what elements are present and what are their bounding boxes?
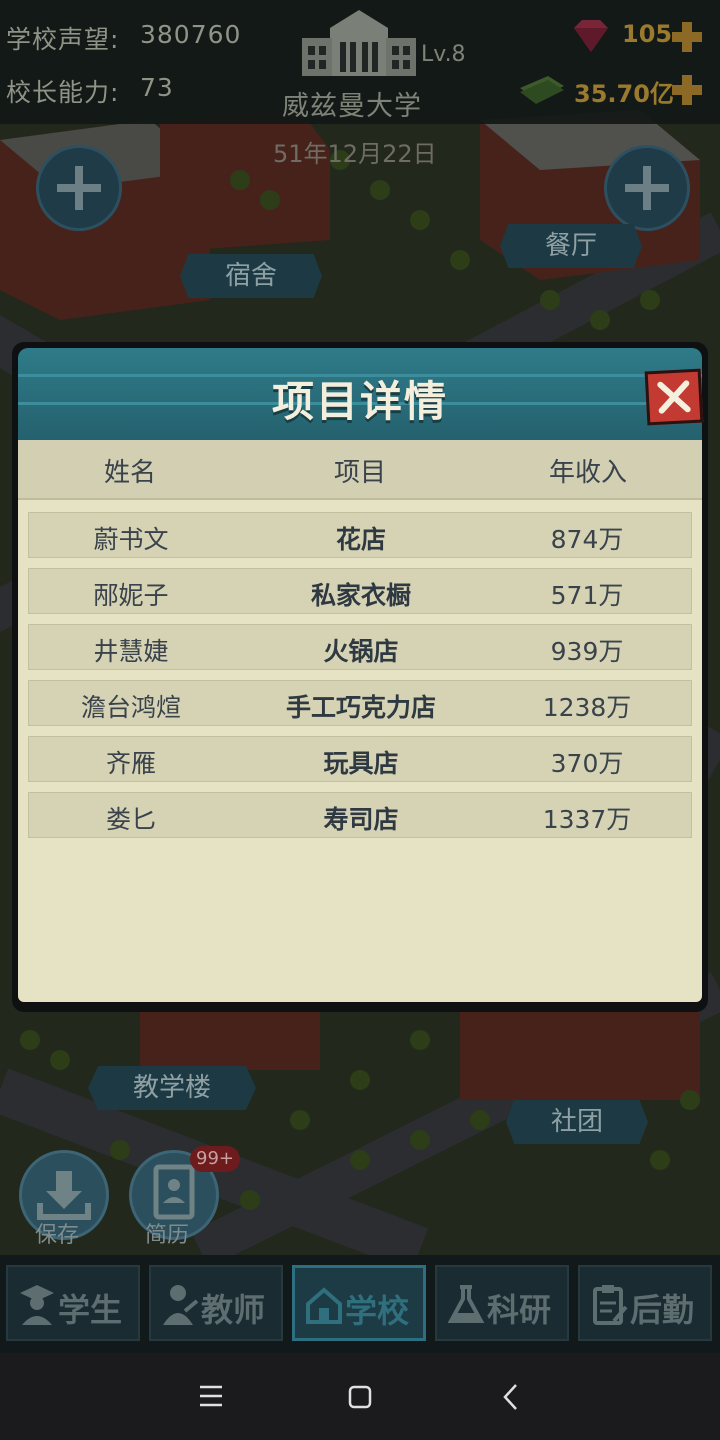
- school-level: Lv.8: [421, 42, 466, 67]
- teacher-icon: [163, 1285, 199, 1325]
- top-hud: 学校声望: 380760 校长能力: 73 Lv.8 威兹曼大学 105 35.…: [0, 0, 720, 124]
- student-name: 娄匕: [105, 805, 156, 834]
- money-amount: 35.70亿: [574, 80, 674, 108]
- table-row[interactable]: 娄匕 寿司店 1337万: [28, 792, 692, 838]
- reputation-value: 380760: [140, 20, 242, 49]
- table-header: 姓名 项目 年收入: [18, 440, 702, 500]
- student-name: 邴妮子: [93, 581, 169, 610]
- annual-income: 1238万: [542, 693, 632, 722]
- column-header-name: 姓名: [103, 458, 156, 488]
- project-name: 花店: [335, 525, 386, 554]
- ability-value: 73: [140, 73, 174, 102]
- tab-teacher[interactable]: 教师: [149, 1265, 283, 1341]
- table-row[interactable]: 澹台鸿煊 手工巧克力店 1238万: [28, 680, 692, 726]
- table-row[interactable]: 井慧婕 火锅店 939万: [28, 624, 692, 670]
- add-money-plus-icon[interactable]: [670, 73, 704, 107]
- project-name: 寿司店: [323, 805, 399, 834]
- student-name: 井慧婕: [93, 637, 169, 666]
- annual-income: 370万: [550, 749, 624, 778]
- canteen-label[interactable]: 餐厅: [500, 224, 642, 268]
- school-icon: [306, 1287, 342, 1324]
- clipboard-icon: [593, 1285, 628, 1325]
- project-details-dialog: 项目详情 姓名 项目 年收入 蔚书文 花店 874万 邴妮子 私家衣橱 571万…: [12, 342, 708, 1012]
- tab-label: 后勤: [630, 1291, 695, 1329]
- close-icon: [657, 380, 691, 414]
- bottom-tab-bar: 学生 教师 学校 科研 后勤: [0, 1255, 720, 1353]
- gem-icon: [574, 20, 608, 52]
- flask-icon: [447, 1285, 485, 1323]
- dialog-header: 项目详情: [18, 348, 704, 446]
- school-building-icon[interactable]: [300, 8, 418, 78]
- tab-school[interactable]: 学校: [292, 1265, 426, 1341]
- annual-income: 939万: [550, 637, 624, 666]
- notification-badge: 99+: [190, 1146, 240, 1172]
- table-row[interactable]: 邴妮子 私家衣橱 571万: [28, 568, 692, 614]
- column-header-project: 项目: [333, 458, 386, 488]
- resume-label: 简历: [145, 1223, 190, 1248]
- add-building-button-left[interactable]: [36, 145, 122, 231]
- tab-student[interactable]: 学生: [6, 1265, 140, 1341]
- system-navigation-bar: [0, 1353, 720, 1440]
- tab-label: 学生: [58, 1291, 123, 1329]
- column-header-income: 年收入: [548, 458, 627, 488]
- table-row[interactable]: 蔚书文 花店 874万: [28, 512, 692, 558]
- menu-icon[interactable]: [198, 1383, 224, 1409]
- home-icon[interactable]: [348, 1385, 372, 1409]
- ability-label: 校长能力:: [6, 78, 120, 107]
- project-name: 火锅店: [323, 637, 399, 666]
- dialog-title: 项目详情: [271, 377, 448, 426]
- teaching-building-label[interactable]: 教学楼: [88, 1066, 256, 1110]
- tab-logistics[interactable]: 后勤: [578, 1265, 712, 1341]
- tab-label: 科研: [487, 1291, 552, 1329]
- dorm-label[interactable]: 宿舍: [180, 254, 322, 298]
- tab-label: 教师: [201, 1291, 266, 1329]
- student-name: 齐雁: [105, 749, 156, 778]
- tab-research[interactable]: 科研: [435, 1265, 569, 1341]
- close-button[interactable]: [644, 368, 704, 426]
- gem-count: 105: [622, 20, 673, 48]
- school-name: 威兹曼大学: [282, 91, 422, 122]
- annual-income: 571万: [550, 581, 624, 610]
- save-label: 保存: [35, 1223, 80, 1248]
- back-icon[interactable]: [500, 1383, 522, 1411]
- project-name: 玩具店: [323, 749, 399, 778]
- club-label[interactable]: 社团: [506, 1100, 648, 1144]
- project-name: 手工巧克力店: [285, 693, 436, 722]
- add-gems-plus-icon[interactable]: [670, 20, 704, 54]
- student-name: 蔚书文: [93, 525, 169, 554]
- table-row[interactable]: 齐雁 玩具店 370万: [28, 736, 692, 782]
- cash-icon: [520, 76, 564, 104]
- game-date: 51年12月22日: [273, 140, 437, 168]
- annual-income: 874万: [550, 525, 624, 554]
- add-building-button-right[interactable]: [604, 145, 690, 231]
- tab-label: 学校: [345, 1292, 410, 1330]
- annual-income: 1337万: [542, 805, 632, 834]
- student-name: 澹台鸿煊: [80, 693, 181, 722]
- student-icon: [20, 1285, 54, 1325]
- project-name: 私家衣橱: [310, 581, 411, 610]
- reputation-label: 学校声望:: [6, 25, 120, 54]
- dialog-body: 姓名 项目 年收入 蔚书文 花店 874万 邴妮子 私家衣橱 571万 井慧婕 …: [18, 440, 702, 1002]
